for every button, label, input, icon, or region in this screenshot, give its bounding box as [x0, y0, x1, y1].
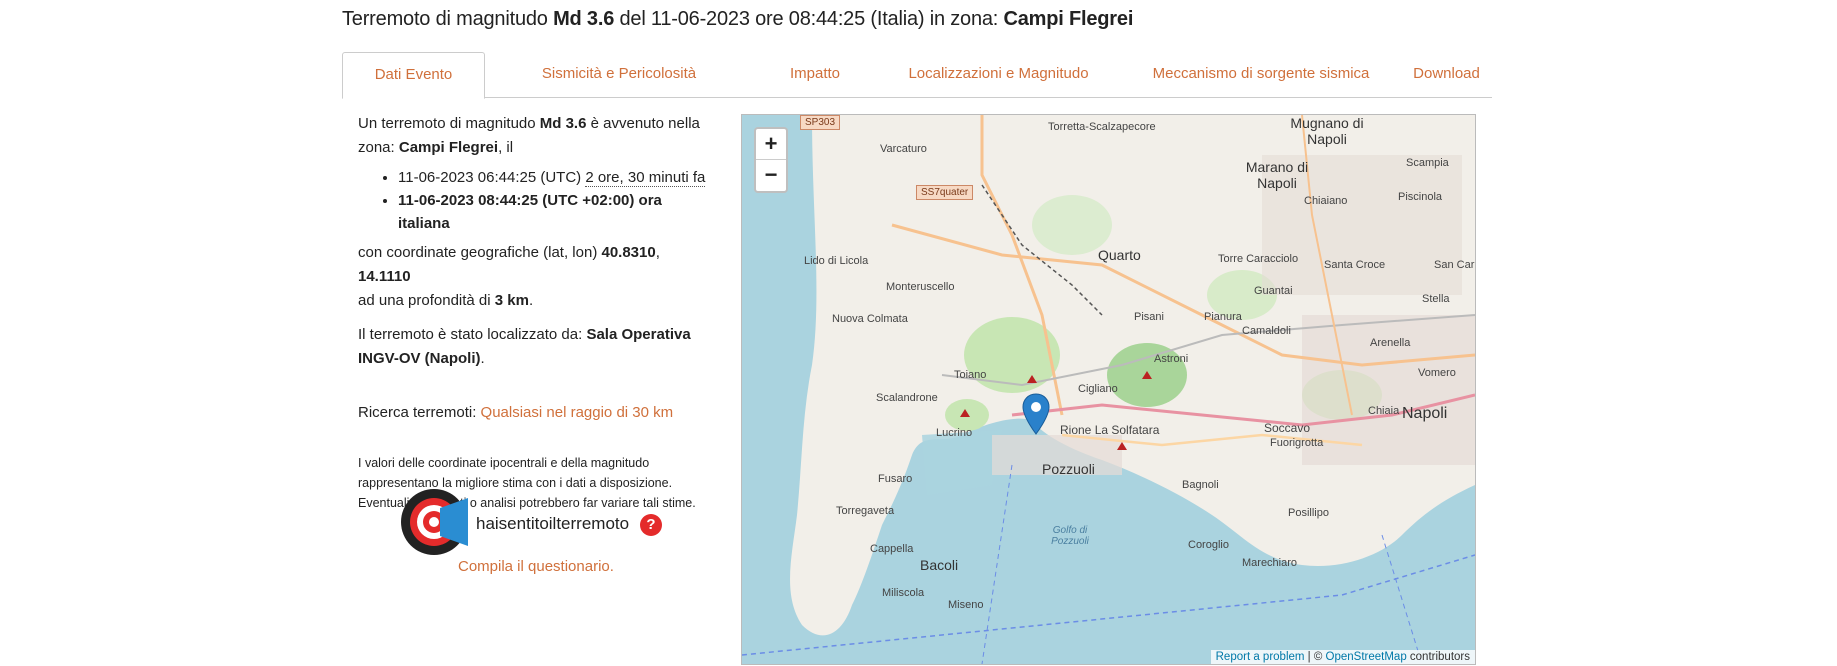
help-icon[interactable]: ? — [640, 514, 662, 536]
event-intro: Un terremoto di magnitudo Md 3.6 è avven… — [358, 115, 700, 156]
zoom-out-button[interactable]: − — [756, 160, 786, 190]
tab-impatto[interactable]: Impatto — [754, 52, 876, 96]
map-attribution: Report a problem | © OpenStreetMap contr… — [1210, 650, 1475, 664]
map-label-scampia: Scampia — [1406, 157, 1449, 169]
map-label-sancarlo: San Carlo — [1434, 259, 1475, 271]
map-label-santacroce: Santa Croce — [1324, 259, 1386, 271]
event-details: Un terremoto di magnitudo Md 3.6 è avven… — [358, 112, 708, 513]
map-label-pianura: Pianura — [1204, 311, 1242, 323]
map-label-soccavo: Soccavo — [1264, 421, 1311, 435]
map-label-toiano: Toiano — [954, 369, 987, 381]
map-label-stella: Stella — [1422, 293, 1450, 305]
map-label-fusaro: Fusaro — [878, 473, 913, 485]
time-ago: 2 ore, 30 minuti fa — [585, 169, 706, 187]
hsit-wordmark: haisentitoilterremoto — [476, 514, 630, 533]
map-label-guantai: Guantai — [1254, 285, 1293, 297]
event-localized-by: Il terremoto è stato localizzato da: Sal… — [358, 326, 691, 367]
tab-meccanismo[interactable]: Meccanismo di sorgente sismica — [1121, 52, 1401, 96]
map-label-fuorigrotta: Fuorigrotta — [1270, 437, 1324, 449]
map-label-arenella: Arenella — [1370, 337, 1411, 349]
map-shield-sp303: SP303 — [800, 115, 841, 130]
hsit-target-icon — [401, 489, 468, 555]
zoom-control: + − — [754, 127, 788, 193]
page-title: Terremoto di magnitudo Md 3.6 del 11-06-… — [342, 8, 1133, 31]
map-label-nuovacolmata: Nuova Colmata — [832, 313, 908, 325]
map-label-licola: Lido di Licola — [804, 255, 869, 267]
map-label-posillipo: Posillipo — [1288, 507, 1329, 519]
osm-link[interactable]: OpenStreetMap — [1326, 651, 1407, 663]
map-label-vomero: Vomero — [1418, 367, 1456, 379]
map-label-miliscola: Miliscola — [882, 587, 925, 599]
local-time: 11-06-2023 08:44:25 (UTC +02:00) ora ita… — [398, 189, 708, 235]
tab-download[interactable]: Download — [1401, 52, 1492, 96]
map-label-quarto: Quarto — [1098, 247, 1141, 263]
map-label-coroglio: Coroglio — [1188, 539, 1229, 551]
hsit-logo[interactable]: haisentitoilterremoto ? — [400, 488, 670, 560]
map-label-chiaia: Chiaia — [1368, 405, 1400, 417]
map-label-pisani: Pisani — [1134, 311, 1164, 323]
map-label-varcaturo: Varcaturo — [880, 143, 927, 155]
map-shield-ss7quater: SS7quater — [916, 185, 974, 200]
map-label-bacoli: Bacoli — [920, 557, 959, 573]
title-zone: Campi Flegrei — [1003, 8, 1134, 30]
questionnaire-link[interactable]: Compila il questionario. — [458, 558, 614, 575]
map-label-astroni: Astroni — [1154, 353, 1189, 365]
epicenter-marker-icon[interactable] — [1022, 393, 1050, 435]
search-row: Ricerca terremoti: Qualsiasi nel raggio … — [358, 404, 674, 421]
map-label-marano: Marano di Napoli — [1245, 159, 1309, 191]
utc-time: 11-06-2023 06:44:25 (UTC) 2 ore, 30 minu… — [398, 166, 708, 189]
tab-localizzazioni[interactable]: Localizzazioni e Magnitudo — [876, 52, 1121, 96]
map-label-cigliano: Cigliano — [1078, 383, 1118, 395]
title-mid: del 11-06-2023 ore 08:44:25 (Italia) in … — [614, 8, 1004, 30]
map-label-torrecaracciolo: Torre Caracciolo — [1218, 253, 1299, 265]
zoom-in-button[interactable]: + — [756, 129, 786, 160]
map-label-solfatara: Rione La Solfatara — [1060, 423, 1160, 437]
map-label-cappella: Cappella — [870, 543, 914, 555]
map-label-lucrino: Lucrino — [936, 427, 973, 439]
map-label-bagnoli: Bagnoli — [1182, 479, 1219, 491]
map-label-mugnano: Mugnano di Napoli — [1290, 115, 1364, 147]
map-label-torregaveta: Torregaveta — [836, 505, 895, 517]
title-prefix: Terremoto di magnitudo — [342, 8, 554, 30]
map-label-monteruscello: Monteruscello — [886, 281, 955, 293]
event-times: 11-06-2023 06:44:25 (UTC) 2 ore, 30 minu… — [358, 166, 708, 235]
map-label-miseno: Miseno — [948, 599, 984, 611]
tab-dati-evento[interactable]: Dati Evento — [342, 52, 485, 99]
title-magnitude: Md 3.6 — [553, 8, 615, 30]
map-label-pozzuoli: Pozzuoli — [1042, 461, 1095, 477]
map-label-chiaiano: Chiaiano — [1304, 195, 1348, 207]
map-label-scalandrone: Scalandrone — [876, 392, 938, 404]
event-map[interactable]: + − Napoli Pozzuoli Quarto Mugnano di Na… — [741, 114, 1476, 665]
report-problem-link[interactable]: Report a problem — [1216, 651, 1305, 663]
tab-sismicita[interactable]: Sismicità e Pericolosità — [484, 52, 754, 96]
map-label-piscinola: Piscinola — [1398, 191, 1443, 203]
map-label-golfo: Golfo di Pozzuoli — [1051, 525, 1089, 547]
event-coordinates: con coordinate geografiche (lat, lon) 40… — [358, 244, 660, 309]
map-label-camaldoli: Camaldoli — [1242, 325, 1291, 337]
search-radius-link[interactable]: Qualsiasi nel raggio di 30 km — [481, 404, 674, 421]
map-label-torretta: Torretta-Scalzapecore — [1048, 121, 1156, 133]
map-label-marechiaro: Marechiaro — [1242, 557, 1298, 569]
map-label-napoli: Napoli — [1402, 405, 1448, 422]
tab-bar: Dati Evento Sismicità e Pericolosità Imp… — [342, 52, 1492, 99]
